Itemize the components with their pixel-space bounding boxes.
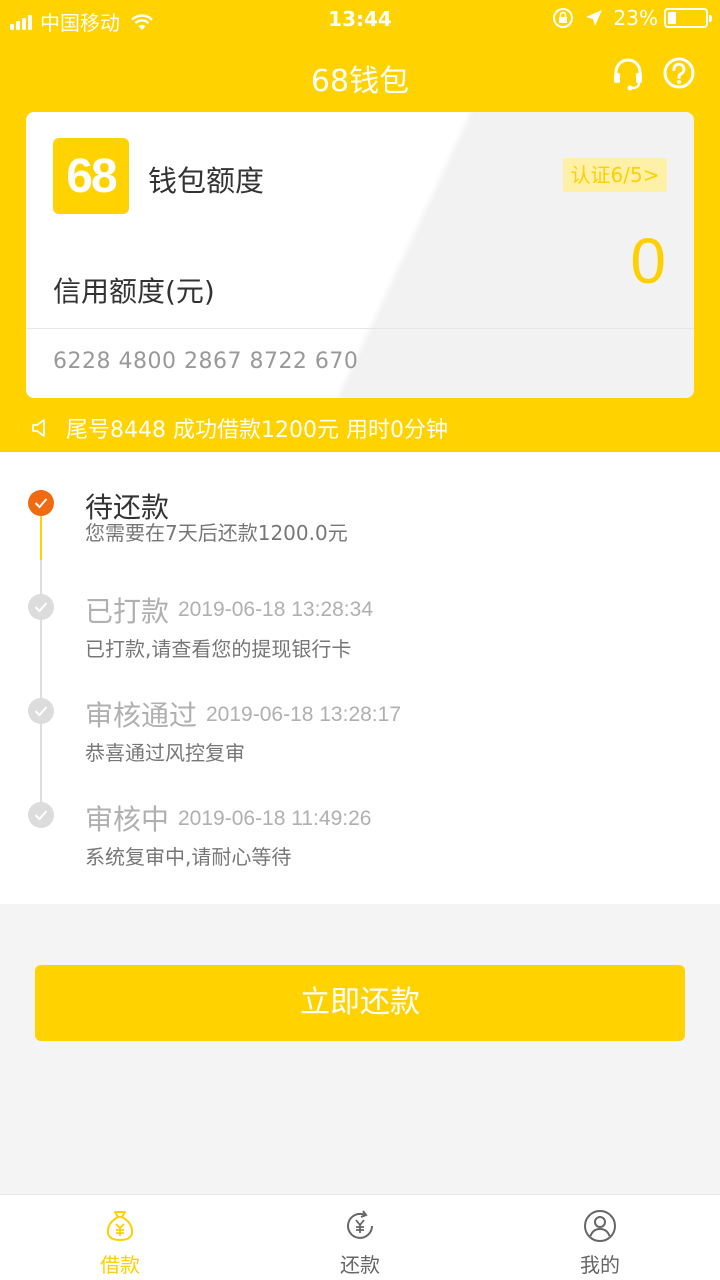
step-description: 已打款,请查看您的提现银行卡	[85, 637, 352, 661]
step-timestamp: 2019-06-18 13:28:34	[178, 598, 373, 621]
tab-label: 我的	[580, 1253, 620, 1277]
tab-mine[interactable]: 我的	[540, 1209, 660, 1278]
app-logo: 68	[53, 138, 129, 214]
tab-repay[interactable]: 还款	[300, 1209, 420, 1278]
card-number: 6228 4800 2867 8722 670	[53, 349, 359, 374]
notice-bar: 尾号8448 成功借款1200元 用时0分钟	[30, 412, 448, 444]
step-description: 恭喜通过风控复审	[85, 741, 245, 765]
tab-borrow[interactable]: 借款	[60, 1209, 180, 1278]
step-title: 审核中	[85, 803, 170, 836]
user-icon	[584, 1210, 616, 1242]
loan-status-timeline: 待还款 您需要在7天后还款1200.0元 已打款 2019-06-18 13:2…	[0, 452, 720, 904]
help-icon[interactable]	[661, 56, 697, 92]
card-divider	[26, 328, 694, 329]
step-check-icon	[28, 698, 54, 724]
rotation-lock-icon	[552, 8, 573, 28]
step-description: 您需要在7天后还款1200.0元	[85, 521, 348, 545]
status-bar: 中国移动 13:44 23%	[0, 0, 720, 38]
step-title: 审核通过	[85, 699, 198, 732]
headset-icon[interactable]	[610, 56, 646, 92]
tab-label: 借款	[100, 1253, 140, 1277]
nav-bar: 68钱包	[0, 44, 720, 104]
step-check-icon	[28, 490, 54, 516]
wallet-title: 钱包额度	[148, 164, 265, 198]
timeline-line-active	[40, 516, 42, 560]
step-title: 已打款	[85, 595, 170, 628]
step-check-icon	[28, 594, 54, 620]
credit-label: 信用额度(元)	[53, 275, 215, 308]
location-arrow-icon	[585, 10, 602, 26]
yuan-refresh-icon	[347, 1210, 373, 1239]
step-timestamp: 2019-06-18 13:28:17	[206, 703, 401, 726]
bottom-tab-bar: 借款 还款 我的	[0, 1194, 720, 1280]
certification-badge[interactable]: 认证6/5>	[563, 158, 667, 192]
speaker-icon	[32, 419, 45, 437]
step-timestamp: 2019-06-18 11:49:26	[178, 807, 372, 830]
credit-amount: 0	[630, 225, 666, 297]
notice-text: 尾号8448 成功借款1200元 用时0分钟	[66, 418, 448, 443]
step-check-icon	[28, 802, 54, 828]
repay-now-button[interactable]: 立即还款	[35, 965, 685, 1041]
step-description: 系统复审中,请耐心等待	[85, 845, 292, 869]
tab-label: 还款	[340, 1253, 380, 1277]
wallet-card: 68 钱包额度 认证6/5> 信用额度(元) 0 6228 4800 2867 …	[26, 112, 694, 398]
battery-percent: 23%	[613, 6, 658, 30]
money-bag-icon	[106, 1211, 134, 1242]
battery-icon	[664, 8, 712, 28]
